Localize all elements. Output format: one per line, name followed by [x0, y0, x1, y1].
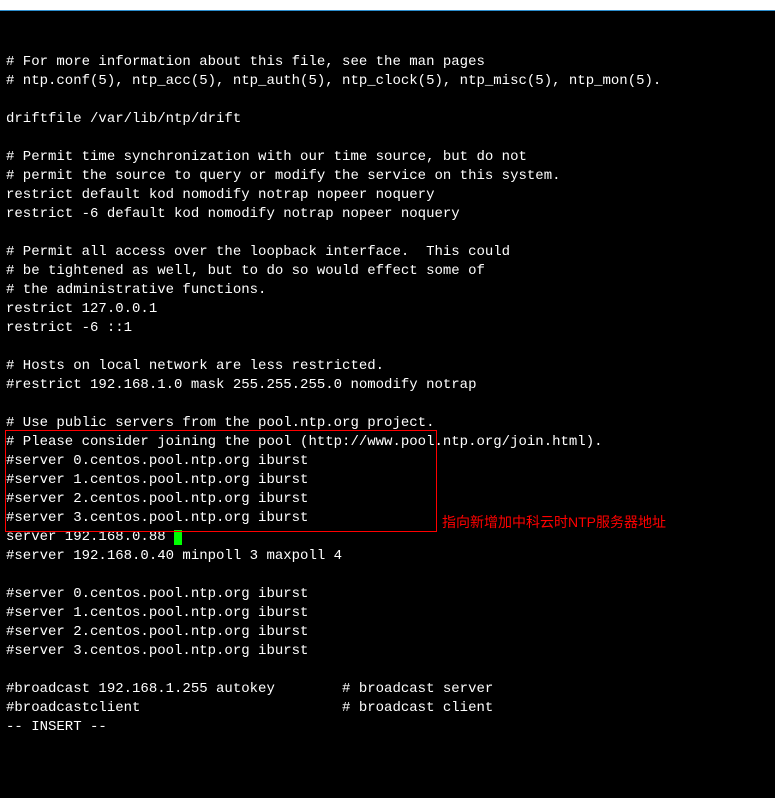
terminal-line — [6, 661, 769, 680]
terminal-line: driftfile /var/lib/ntp/drift — [6, 110, 769, 129]
terminal-line: -- INSERT -- — [6, 718, 769, 737]
cursor — [174, 530, 182, 545]
file-content: # For more information about this file, … — [6, 53, 769, 737]
terminal-line: # the administrative functions. — [6, 281, 769, 300]
terminal-line: # ntp.conf(5), ntp_acc(5), ntp_auth(5), … — [6, 72, 769, 91]
terminal-line: #broadcastclient # broadcast client — [6, 699, 769, 718]
terminal-line: # Please consider joining the pool (http… — [6, 433, 769, 452]
terminal-line: #server 0.centos.pool.ntp.org iburst — [6, 452, 769, 471]
terminal-line: # Use public servers from the pool.ntp.o… — [6, 414, 769, 433]
terminal-line: #server 0.centos.pool.ntp.org iburst — [6, 585, 769, 604]
terminal-line — [6, 224, 769, 243]
terminal-line: restrict default kod nomodify notrap nop… — [6, 186, 769, 205]
terminal-line: restrict -6 ::1 — [6, 319, 769, 338]
annotation-label: 指向新增加中科云时NTP服务器地址 — [442, 513, 666, 532]
terminal-line: #server 1.centos.pool.ntp.org iburst — [6, 471, 769, 490]
terminal-line: #server 1.centos.pool.ntp.org iburst — [6, 604, 769, 623]
terminal-line: # Hosts on local network are less restri… — [6, 357, 769, 376]
terminal-line: # For more information about this file, … — [6, 53, 769, 72]
terminal-line: #server 2.centos.pool.ntp.org iburst — [6, 623, 769, 642]
terminal-line — [6, 395, 769, 414]
terminal-editor[interactable]: # For more information about this file, … — [0, 11, 775, 798]
terminal-line: # Permit all access over the loopback in… — [6, 243, 769, 262]
terminal-line: # be tightened as well, but to do so wou… — [6, 262, 769, 281]
terminal-line: #server 192.168.0.40 minpoll 3 maxpoll 4 — [6, 547, 769, 566]
terminal-line — [6, 91, 769, 110]
terminal-line: # Permit time synchronization with our t… — [6, 148, 769, 167]
terminal-line: restrict -6 default kod nomodify notrap … — [6, 205, 769, 224]
terminal-line — [6, 129, 769, 148]
terminal-line: # permit the source to query or modify t… — [6, 167, 769, 186]
terminal-line: #broadcast 192.168.1.255 autokey # broad… — [6, 680, 769, 699]
terminal-line: #server 2.centos.pool.ntp.org iburst — [6, 490, 769, 509]
terminal-line — [6, 338, 769, 357]
terminal-line: #server 3.centos.pool.ntp.org iburst — [6, 642, 769, 661]
terminal-line: #restrict 192.168.1.0 mask 255.255.255.0… — [6, 376, 769, 395]
terminal-line: restrict 127.0.0.1 — [6, 300, 769, 319]
window-titlebar — [0, 0, 775, 11]
terminal-line — [6, 566, 769, 585]
